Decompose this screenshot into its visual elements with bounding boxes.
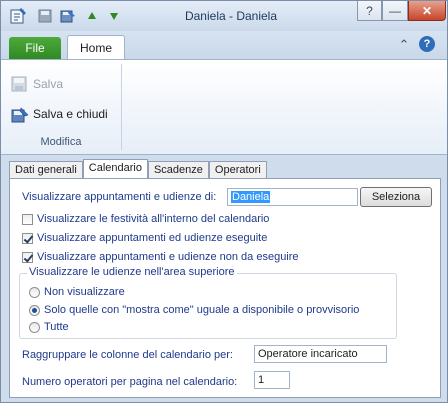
checkbox-executed[interactable]: Visualizzare appuntamenti ed udienze ese… — [22, 232, 267, 244]
show-appointments-label: Visualizzare appuntamenti e udienze di: — [22, 191, 217, 203]
select-button[interactable]: Seleziona — [360, 187, 432, 207]
ribbon-help-icon[interactable]: ? — [419, 36, 435, 52]
checkbox-holidays-label: Visualizzare le festività all'interno de… — [37, 213, 270, 225]
checkbox-holidays[interactable]: Visualizzare le festività all'interno de… — [22, 213, 269, 225]
checkbox-executed-box[interactable] — [22, 232, 33, 244]
save-close-label: Salva e chiudi — [33, 107, 108, 121]
tab-scadenze[interactable]: Scadenze — [147, 161, 209, 178]
up-arrow-icon[interactable] — [85, 7, 99, 25]
ribbon-panel: Salva Salva e chiudi Modifica — [1, 59, 447, 155]
radio-tutte-label: Tutte — [44, 321, 69, 333]
tab-home[interactable]: Home — [67, 35, 125, 59]
close-button[interactable]: ✕ — [408, 1, 446, 21]
radio-non-visualizzare-dot[interactable] — [29, 286, 40, 298]
radio-tutte[interactable]: Tutte — [29, 321, 69, 333]
tab-operatori[interactable]: Operatori — [208, 161, 267, 178]
ribbon-group-label: Modifica — [40, 136, 82, 148]
ribbon-tab-strip: File Home ⌃ ? — [1, 31, 447, 59]
save-icon — [11, 76, 29, 92]
minimize-button[interactable]: — — [382, 1, 408, 21]
tab-dati-generali[interactable]: Dati generali — [9, 161, 83, 178]
title-bar: Daniela - Daniela ? — ✕ — [1, 1, 447, 31]
tab-calendario[interactable]: Calendario — [82, 159, 148, 178]
save-button[interactable]: Salva — [11, 76, 63, 92]
save-label: Salva — [33, 77, 64, 91]
save-icon[interactable] — [37, 7, 53, 25]
collapse-ribbon-icon[interactable]: ⌃ — [397, 37, 411, 52]
checkbox-not-to-execute-label: Visualizzare appuntamenti e udienze non … — [37, 251, 299, 263]
ribbon-divider — [121, 64, 122, 150]
radio-solo-quelle[interactable]: Solo quelle con "mostra come" uguale a d… — [29, 304, 359, 316]
save-close-button[interactable]: Salva e chiudi — [11, 106, 108, 123]
tab-file[interactable]: File — [9, 37, 61, 59]
operators-per-page-field[interactable]: 1 — [254, 371, 290, 389]
help-button[interactable]: ? — [357, 1, 382, 21]
checkbox-executed-label: Visualizzare appuntamenti ed udienze ese… — [37, 232, 268, 244]
down-arrow-icon[interactable] — [107, 7, 121, 25]
checkbox-holidays-box[interactable] — [22, 213, 33, 225]
window-title: Daniela - Daniela — [184, 9, 278, 23]
checkbox-not-to-execute[interactable]: Visualizzare appuntamenti e udienze non … — [22, 251, 299, 263]
content-tab-bar: Dati generali Calendario Scadenze Operat… — [9, 159, 267, 179]
upper-area-group-title: Visualizzare le udienze nell'area superi… — [27, 266, 237, 278]
group-columns-field[interactable]: Operatore incaricato — [254, 345, 387, 363]
show-appointments-field[interactable]: Daniela — [227, 188, 358, 206]
group-columns-label: Raggruppare le colonne del calendario pe… — [22, 349, 233, 361]
radio-tutte-dot[interactable] — [29, 321, 40, 333]
show-appointments-value: Daniela — [231, 191, 271, 203]
save-close-icon[interactable] — [59, 7, 77, 25]
save-close-icon — [11, 106, 29, 123]
radio-non-visualizzare[interactable]: Non visualizzare — [29, 286, 125, 298]
radio-solo-quelle-dot[interactable] — [29, 304, 40, 316]
checkbox-not-to-execute-box[interactable] — [22, 251, 33, 263]
app-icon[interactable] — [8, 7, 28, 25]
radio-non-visualizzare-label: Non visualizzare — [44, 286, 125, 298]
app-window: Daniela - Daniela ? — ✕ File Home ⌃ ? Sa… — [0, 0, 448, 403]
radio-solo-quelle-label: Solo quelle con "mostra come" uguale a d… — [44, 304, 360, 316]
operators-per-page-label: Numero operatori per pagina nel calendar… — [22, 376, 238, 388]
